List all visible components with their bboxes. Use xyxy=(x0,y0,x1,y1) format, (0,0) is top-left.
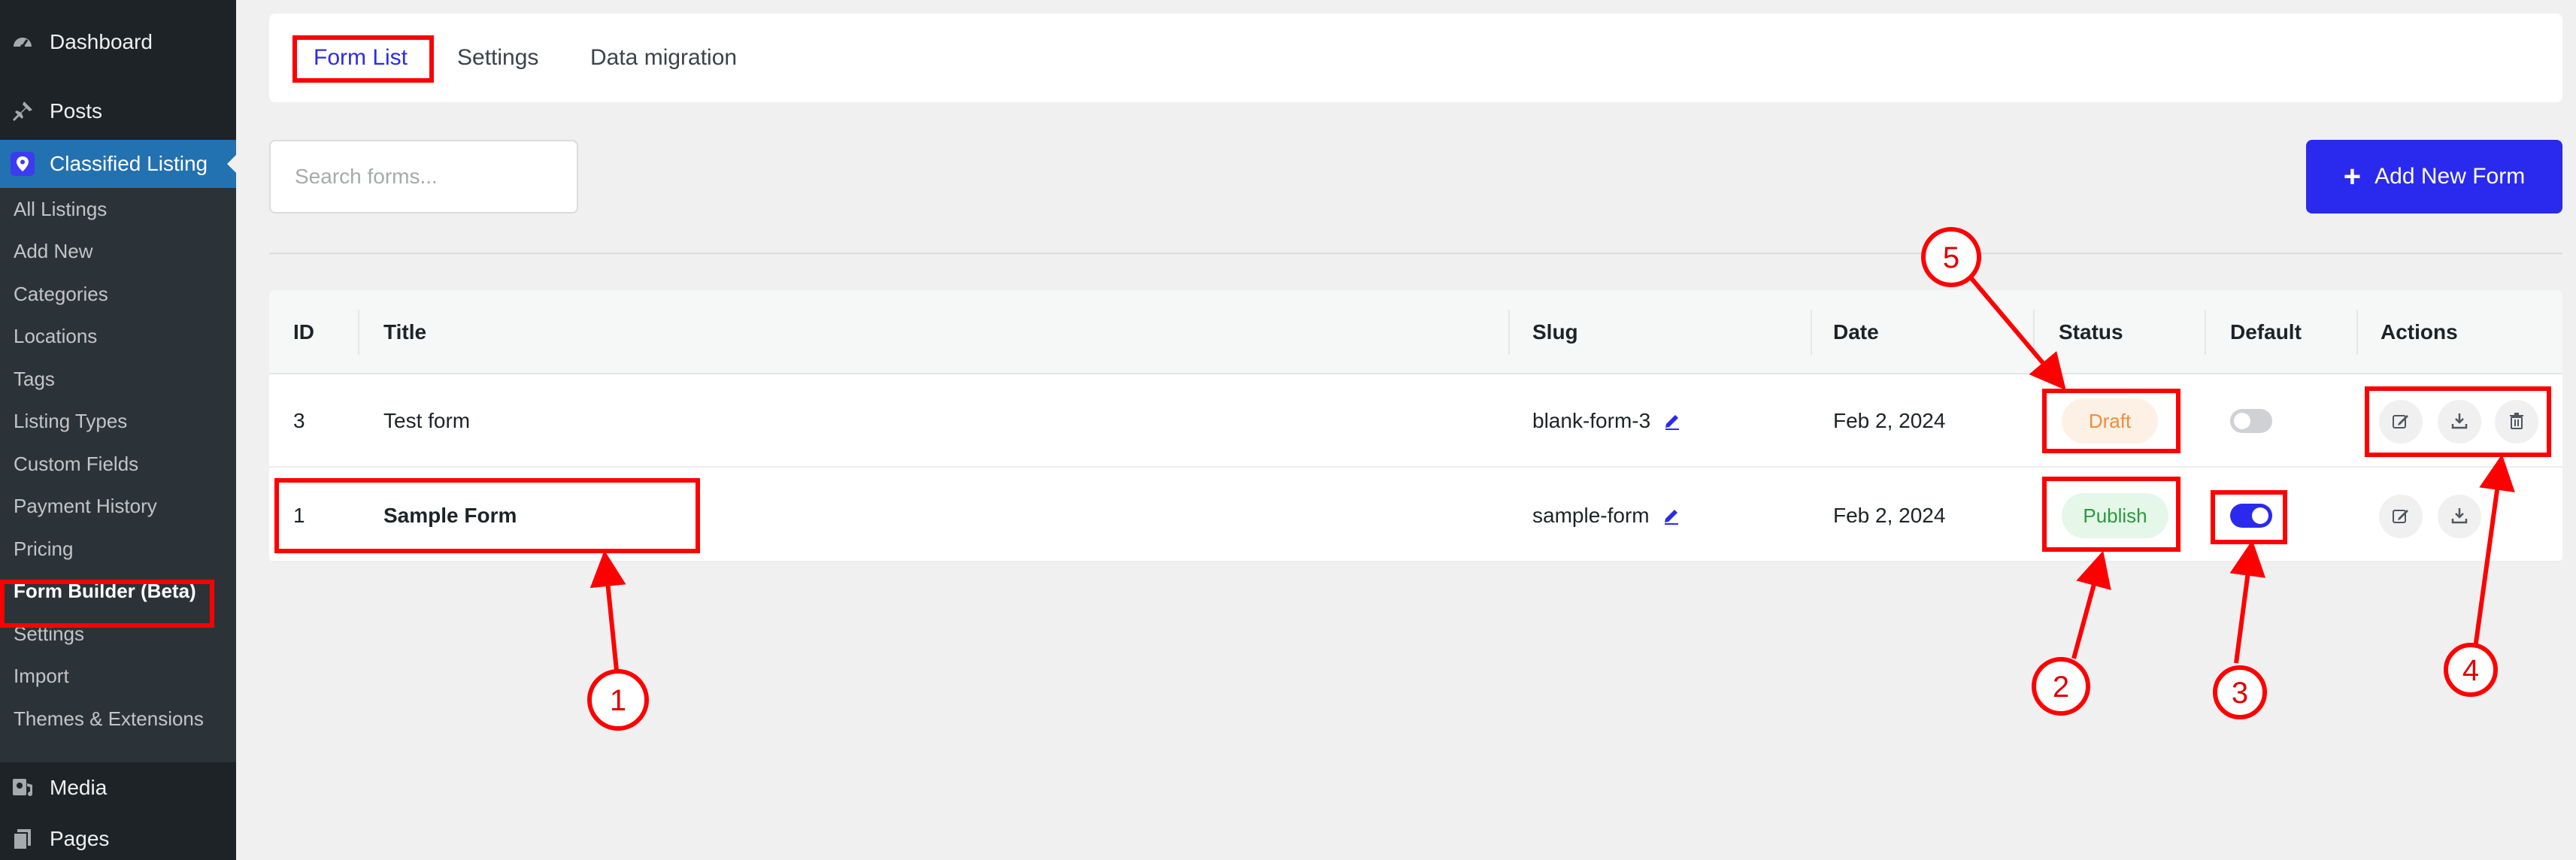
dashboard-icon xyxy=(9,29,36,56)
submenu-categories[interactable]: Categories xyxy=(0,273,236,315)
map-pin-icon xyxy=(9,150,36,177)
header-date: Date xyxy=(1833,320,1879,344)
highlight-sample-form-row xyxy=(274,478,700,553)
highlight-draft-status xyxy=(2042,389,2181,453)
add-new-form-label: Add New Form xyxy=(2374,164,2526,189)
callout-number: 2 xyxy=(2053,671,2069,704)
slug-text: sample-form xyxy=(1532,504,1650,527)
callout-3 xyxy=(2213,665,2267,719)
admin-sidebar: Dashboard Posts Classified Listing All L… xyxy=(0,0,238,860)
callout-2 xyxy=(2032,657,2090,716)
menu-label: Dashboard xyxy=(50,30,153,53)
tab-settings[interactable]: Settings xyxy=(457,40,538,76)
menu-posts[interactable]: Posts xyxy=(0,87,236,135)
row-date: Feb 2, 2024 xyxy=(1833,409,1946,432)
row-date: Feb 2, 2024 xyxy=(1833,504,1946,527)
slug-text: blank-form-3 xyxy=(1532,409,1651,432)
menu-classified-listing[interactable]: Classified Listing xyxy=(0,140,238,188)
edit-slug-icon[interactable] xyxy=(1662,506,1681,525)
column-separator xyxy=(2356,310,2358,355)
callout-5 xyxy=(1921,227,1981,287)
active-indicator xyxy=(227,153,238,174)
classified-listing-submenu: All Listings Add New Categories Location… xyxy=(0,188,236,762)
column-separator xyxy=(1811,310,1812,355)
column-separator xyxy=(2205,310,2206,355)
header-title: Title xyxy=(383,320,427,344)
callout-number: 3 xyxy=(2232,677,2248,710)
arrow-3 xyxy=(2229,540,2266,664)
media-icon xyxy=(9,774,36,801)
highlight-form-builder-menu xyxy=(0,580,214,628)
table-header: ID Title Slug Date Status Default Action… xyxy=(269,290,2562,374)
callout-4 xyxy=(2444,643,2498,697)
menu-dashboard[interactable]: Dashboard xyxy=(0,18,236,66)
submenu-payment-history[interactable]: Payment History xyxy=(0,485,236,527)
header-id: ID xyxy=(293,320,314,344)
row-slug: blank-form-3 xyxy=(1532,374,1682,468)
menu-label: Posts xyxy=(50,99,103,123)
highlight-publish-status xyxy=(2042,477,2181,552)
page-icon xyxy=(9,825,36,852)
row-title[interactable]: Test form xyxy=(383,374,470,468)
menu-media[interactable]: Media xyxy=(0,764,236,812)
header-actions: Actions xyxy=(2381,320,2458,344)
add-new-form-button[interactable]: + Add New Form xyxy=(2306,140,2562,213)
download-icon xyxy=(2450,506,2469,528)
submenu-locations[interactable]: Locations xyxy=(0,315,236,357)
header-status: Status xyxy=(2059,320,2123,344)
callout-1 xyxy=(587,669,649,731)
row-id: 3 xyxy=(293,409,305,432)
toggle-knob xyxy=(2234,413,2250,429)
tab-bar: Form List Settings Data migration xyxy=(269,14,2562,102)
submenu-add-new[interactable]: Add New xyxy=(0,230,236,272)
highlight-action-buttons xyxy=(2365,386,2551,457)
submenu-import[interactable]: Import xyxy=(0,655,236,697)
submenu-themes-extensions[interactable]: Themes & Extensions xyxy=(0,698,236,740)
submenu-pricing[interactable]: Pricing xyxy=(0,528,236,570)
highlight-default-toggle xyxy=(2211,490,2287,544)
default-toggle[interactable] xyxy=(2230,409,2272,433)
column-separator xyxy=(2033,310,2035,355)
header-slug: Slug xyxy=(1532,320,1578,344)
column-separator xyxy=(1508,310,1510,355)
arrow-2 xyxy=(2071,550,2111,659)
submenu-custom-fields[interactable]: Custom Fields xyxy=(0,443,236,485)
row-slug: sample-form xyxy=(1532,469,1681,562)
callout-number: 4 xyxy=(2462,654,2479,687)
menu-label: Media xyxy=(50,776,108,799)
tab-data-migration[interactable]: Data migration xyxy=(590,40,737,76)
submenu-tags[interactable]: Tags xyxy=(0,358,236,400)
search-input[interactable] xyxy=(269,140,578,213)
menu-pages[interactable]: Pages xyxy=(0,815,236,860)
submenu-listing-types[interactable]: Listing Types xyxy=(0,400,236,442)
column-separator xyxy=(358,310,359,355)
header-default: Default xyxy=(2230,320,2302,344)
callout-number: 5 xyxy=(1943,241,1959,274)
highlight-form-list-tab xyxy=(292,35,434,83)
submenu-all-listings[interactable]: All Listings xyxy=(0,188,236,230)
pin-icon xyxy=(9,98,36,125)
table-row: 3 Test form blank-form-3 Feb 2, 2024 Dra… xyxy=(269,374,2562,468)
edit-button[interactable] xyxy=(2379,495,2423,538)
export-button[interactable] xyxy=(2438,495,2481,538)
arrow-1 xyxy=(589,550,626,671)
edit-slug-icon[interactable] xyxy=(1662,411,1682,431)
callout-number: 1 xyxy=(610,684,626,717)
divider xyxy=(269,253,2562,254)
edit-icon xyxy=(2391,506,2411,528)
menu-label: Classified Listing xyxy=(50,152,208,175)
menu-label: Pages xyxy=(50,827,110,850)
plus-icon: + xyxy=(2343,160,2362,193)
